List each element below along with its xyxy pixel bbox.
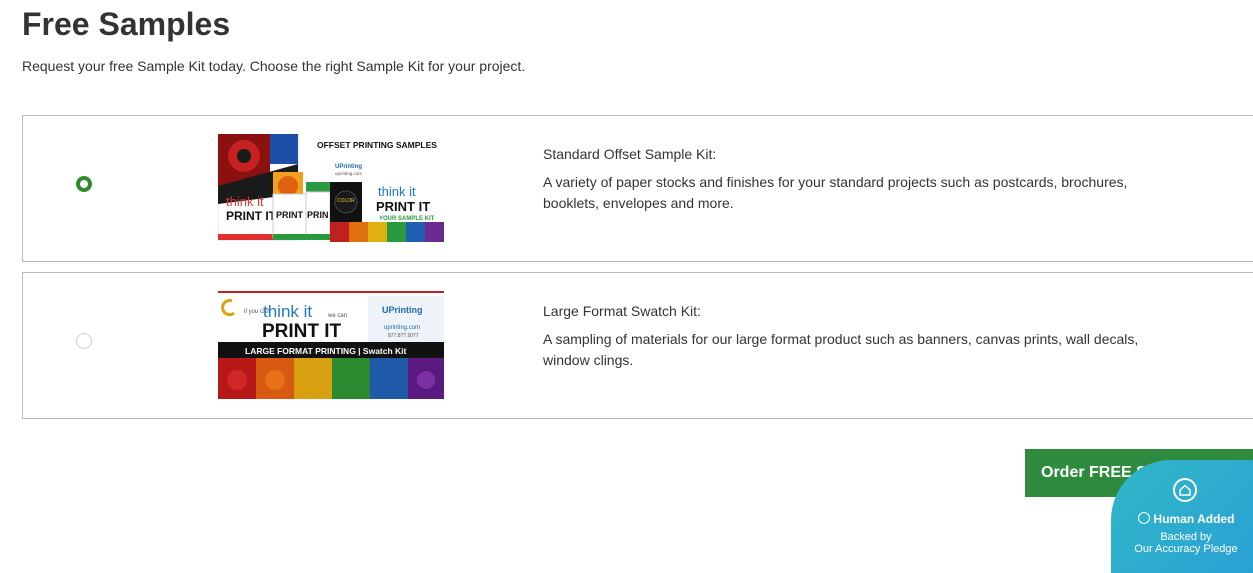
kit-option-standard-offset[interactable]: think it PRINT IT PRINT PRIN OFFSET PRIN… (22, 115, 1253, 262)
accuracy-pledge-badge[interactable]: Human Added Backed by Our Accuracy Pledg… (1111, 460, 1253, 573)
badge-line-2: Our Accuracy Pledge (1134, 543, 1238, 555)
standard-offset-kit-image: think it PRINT IT PRINT PRIN OFFSET PRIN… (218, 134, 444, 242)
kit-description-standard-offset: A variety of paper stocks and finishes f… (543, 174, 1128, 211)
kit-name-standard-offset: Standard Offset Sample Kit: (543, 146, 717, 162)
svg-text:877.877.5077: 877.877.5077 (388, 333, 419, 339)
badge-line-1: Backed by (1160, 531, 1212, 543)
svg-text:uprinting.com: uprinting.com (335, 171, 362, 176)
svg-text:we can: we can (327, 313, 347, 319)
svg-text:PRINT IT: PRINT IT (226, 209, 277, 223)
svg-text:think it: think it (263, 302, 312, 321)
svg-text:PRINT: PRINT (276, 210, 304, 220)
large-format-kit-image: if you can think it we can PRINT IT UPri… (218, 291, 444, 399)
kit-option-large-format[interactable]: if you can think it we can PRINT IT UPri… (22, 272, 1253, 419)
svg-text:PRINT IT: PRINT IT (376, 199, 430, 214)
svg-text:think it: think it (378, 184, 416, 199)
page-title: Free Samples (22, 6, 231, 42)
svg-text:LARGE FORMAT PRINTING | Swatch: LARGE FORMAT PRINTING | Swatch Kit (245, 346, 407, 356)
home-icon (1173, 478, 1197, 502)
svg-text:YOUR SAMPLE KIT: YOUR SAMPLE KIT (379, 216, 435, 222)
page-subtitle: Request your free Sample Kit today. Choo… (22, 58, 526, 74)
svg-text:UPrinting: UPrinting (335, 164, 362, 170)
page: Free Samples Request your free Sample Ki… (0, 0, 1253, 573)
kit-description-large-format: A sampling of materials for our large fo… (543, 331, 1139, 368)
svg-text:PRIN: PRIN (307, 210, 329, 220)
svg-text:uprinting.com: uprinting.com (384, 325, 420, 331)
radio-large-format[interactable] (76, 333, 92, 349)
svg-text:OFFSET PRINTING SAMPLES: OFFSET PRINTING SAMPLES (317, 140, 437, 150)
svg-text:think it: think it (226, 194, 264, 209)
svg-text:UPrinting: UPrinting (382, 305, 423, 315)
radio-standard-offset[interactable] (76, 176, 92, 192)
badge-title: Human Added (1111, 512, 1253, 526)
check-circle-icon (1137, 512, 1150, 524)
svg-text:COLOR: COLOR (337, 198, 355, 204)
svg-text:PRINT IT: PRINT IT (262, 321, 342, 342)
kit-name-large-format: Large Format Swatch Kit: (543, 303, 701, 319)
